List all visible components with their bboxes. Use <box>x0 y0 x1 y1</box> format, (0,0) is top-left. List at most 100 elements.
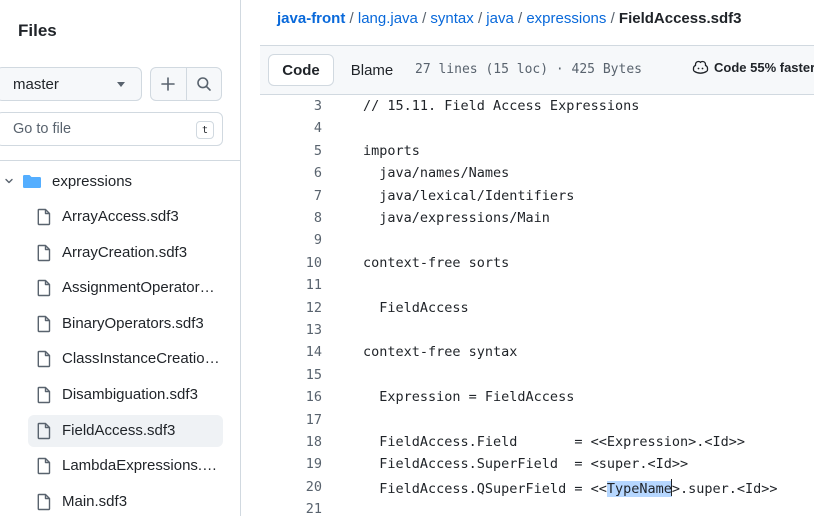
code-line: 19 FieldAccess.SuperField = <super.<Id>> <box>260 454 814 476</box>
go-to-file-input[interactable]: Go to file t <box>0 112 223 146</box>
search-button[interactable] <box>185 68 221 100</box>
tree-file-item[interactable]: BinaryOperators.sdf3 <box>28 308 223 340</box>
breadcrumb-link-expressions[interactable]: expressions <box>526 10 606 27</box>
code-line: 18 FieldAccess.Field = <<Expression>.<Id… <box>260 432 814 454</box>
copilot-icon <box>692 60 709 74</box>
code-line: 10 context-free sorts <box>260 253 814 275</box>
line-number[interactable]: 9 <box>280 232 322 248</box>
line-content: FieldAccess.QSuperField = <<TypeName>.su… <box>363 478 778 497</box>
line-content: context-free sorts <box>363 254 510 271</box>
file-tree-sidebar: Files master Go to file t expressions Ar… <box>0 0 241 516</box>
file-label: AssignmentOperator… <box>62 279 215 297</box>
line-number[interactable]: 16 <box>280 389 322 405</box>
breadcrumb-link-java[interactable]: java <box>486 10 514 27</box>
tree-file-item[interactable]: ArrayAccess.sdf3 <box>28 201 223 233</box>
line-number[interactable]: 21 <box>280 501 322 516</box>
tab-code[interactable]: Code <box>268 54 334 86</box>
branch-selector[interactable]: master <box>0 67 142 101</box>
code-line: 9 <box>260 230 814 252</box>
line-number[interactable]: 11 <box>280 277 322 293</box>
line-number[interactable]: 17 <box>280 412 322 428</box>
tab-blame[interactable]: Blame <box>334 54 410 86</box>
code-line: 5 imports <box>260 141 814 163</box>
tree-file-item[interactable]: Disambiguation.sdf3 <box>28 379 223 411</box>
divider <box>0 160 240 161</box>
line-number[interactable]: 6 <box>280 165 322 181</box>
breadcrumb-repo-link[interactable]: java-front <box>277 10 345 27</box>
shortcut-key: t <box>196 121 214 139</box>
code-line: 6 java/names/Names <box>260 163 814 185</box>
line-content: context-free syntax <box>363 344 518 361</box>
breadcrumb-separator: / <box>477 10 483 27</box>
search-icon <box>197 77 211 91</box>
tree-file-item[interactable]: AssignmentOperator… <box>28 272 223 304</box>
plus-icon <box>161 77 176 91</box>
file-icon <box>37 208 51 226</box>
code-line: 11 <box>260 275 814 297</box>
line-number[interactable]: 8 <box>280 210 322 226</box>
line-number[interactable]: 14 <box>280 344 322 360</box>
file-icon <box>37 386 51 404</box>
file-meta: 27 lines (15 loc) · 425 Bytes <box>415 62 642 77</box>
code-line: 12 FieldAccess <box>260 298 814 320</box>
file-label: ArrayAccess.sdf3 <box>62 208 179 225</box>
line-content: // 15.11. Field Access Expressions <box>363 98 640 114</box>
line-number[interactable]: 3 <box>280 98 322 114</box>
sidebar-title: Files <box>18 21 57 40</box>
code-text: FieldAccess.QSuperField = << <box>363 480 607 497</box>
code-text: >.super.<Id>> <box>671 480 778 497</box>
breadcrumb: java-front / lang.java / syntax / java /… <box>277 10 741 27</box>
chevron-down-icon <box>5 178 13 184</box>
line-content: FieldAccess.SuperField = <super.<Id>> <box>363 456 689 473</box>
file-icon <box>37 457 51 475</box>
code-view[interactable]: 3 // 15.11. Field Access Expressions 4 5 imp… <box>260 96 814 516</box>
breadcrumb-link-syntax[interactable]: syntax <box>430 10 473 27</box>
line-number[interactable]: 10 <box>280 255 322 271</box>
folder-label: expressions <box>52 173 133 190</box>
tree-file-item[interactable]: FieldAccess.sdf3 <box>28 414 223 447</box>
line-number[interactable]: 15 <box>280 367 322 383</box>
view-toggle: Code Blame <box>268 54 410 86</box>
line-content: java/expressions/Main <box>363 210 550 226</box>
file-label: BinaryOperators.sdf3 <box>62 314 204 332</box>
line-number[interactable]: 20 <box>280 479 322 495</box>
tree-folder-expressions[interactable]: expressions <box>0 166 240 198</box>
breadcrumb-separator: / <box>422 10 427 27</box>
code-line: 8 java/expressions/Main <box>260 208 814 230</box>
line-number[interactable]: 19 <box>280 456 322 472</box>
line-number[interactable]: 7 <box>280 188 322 204</box>
tree-file-item[interactable]: Main.sdf3 <box>28 486 223 516</box>
line-content: FieldAccess.Field = <<Expression>.<Id>> <box>363 434 746 450</box>
file-icon <box>37 279 51 297</box>
file-icon <box>37 351 51 368</box>
folder-icon <box>23 175 41 188</box>
file-label: FieldAccess.sdf3 <box>62 421 176 439</box>
line-number[interactable]: 13 <box>280 322 322 338</box>
file-label: ArrayCreation.sdf3 <box>62 243 188 261</box>
line-content: FieldAccess <box>363 299 469 316</box>
line-number[interactable]: 4 <box>280 120 322 136</box>
code-line: 15 <box>260 365 814 387</box>
file-label: Disambiguation.sdf3 <box>62 386 198 403</box>
file-viewer: java-front / lang.java / syntax / java /… <box>260 0 814 516</box>
line-number[interactable]: 5 <box>280 143 322 159</box>
tree-file-item[interactable]: ClassInstanceCreatio… <box>28 343 223 375</box>
line-number[interactable]: 18 <box>280 434 322 450</box>
copilot-promo-button[interactable]: Code 55% faster <box>692 60 814 75</box>
tree-file-item[interactable]: LambdaExpressions.… <box>28 450 223 482</box>
code-line: 21 <box>260 499 814 516</box>
file-icon <box>37 422 51 439</box>
add-file-button[interactable] <box>151 68 186 100</box>
file-label: Main.sdf3 <box>62 492 128 510</box>
file-label: LambdaExpressions.… <box>62 457 218 475</box>
code-line: 20 FieldAccess.QSuperField = <<TypeName>… <box>260 477 814 499</box>
selected-text: TypeName <box>606 480 672 497</box>
file-label: ClassInstanceCreatio… <box>62 350 220 368</box>
branch-name: master <box>13 75 59 93</box>
file-icon <box>37 315 51 332</box>
sidebar-actions <box>150 67 222 101</box>
line-number[interactable]: 12 <box>280 300 322 316</box>
tree-file-item[interactable]: ArrayCreation.sdf3 <box>28 237 223 269</box>
breadcrumb-link-lang-java[interactable]: lang.java <box>358 10 418 27</box>
code-line: 4 <box>260 118 814 140</box>
